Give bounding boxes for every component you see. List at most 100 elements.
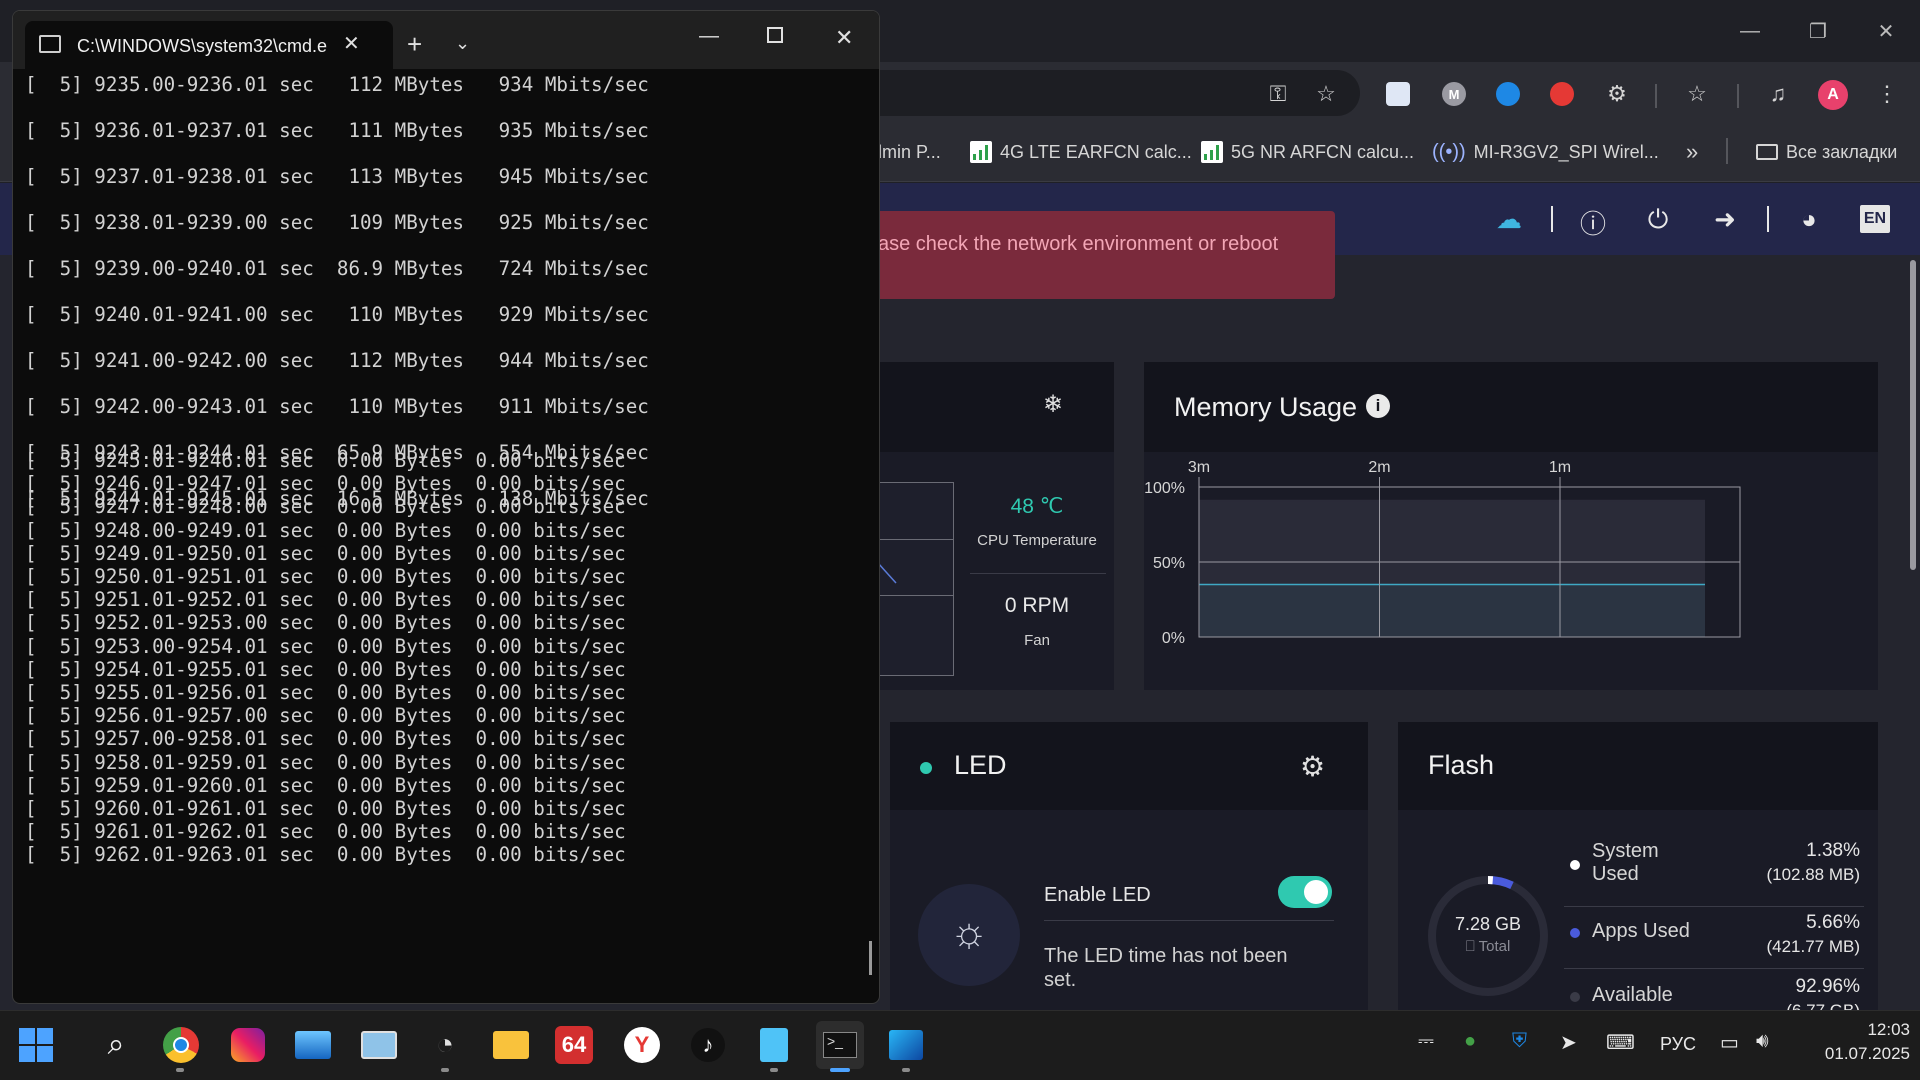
info-icon[interactable]: i — [1366, 394, 1390, 418]
page-scrollbar[interactable] — [1910, 260, 1916, 570]
flash-total-value: 7.28 GB — [1454, 914, 1522, 934]
power-icon[interactable]: ⏻ — [1643, 204, 1673, 236]
extension-screenshot-icon[interactable] — [1386, 82, 1410, 106]
led-card: LED ⚙ ☼ Enable LED The LED time has not … — [890, 722, 1368, 1010]
signal-bars-icon — [970, 141, 992, 163]
terminal-line: [ 5] 9256.01-9257.00 sec 0.00 Bytes 0.00… — [25, 704, 626, 728]
bookmarks-divider — [1726, 138, 1728, 164]
clock-date[interactable]: 01.07.2025 — [1800, 1044, 1910, 1064]
flash-row-label: Available — [1592, 984, 1673, 1006]
instagram-app-icon[interactable] — [226, 1023, 270, 1067]
star-icon[interactable]: ☆ — [1312, 80, 1340, 108]
memory-chart: 3m 2m 1m 100% 50% 0% — [1144, 459, 1741, 647]
flash-row-label: Apps Used — [1592, 920, 1690, 942]
volume-icon[interactable]: 🔊︎ — [1756, 1030, 1769, 1053]
browser-window-controls: — ❐ ✕ — [1716, 0, 1920, 62]
x-tick-label: 3m — [1188, 459, 1210, 476]
flash-row-available: Available 92.96% (6.77 GB) — [1570, 974, 1860, 1010]
keyboard-icon[interactable]: ⌨ — [1606, 1030, 1635, 1055]
defender-shield-icon[interactable]: ⛨ — [1512, 1030, 1527, 1053]
scanner-app-icon[interactable] — [357, 1023, 401, 1067]
close-icon[interactable]: ✕ — [1852, 0, 1920, 62]
maximize-icon[interactable] — [767, 27, 783, 43]
yandex-browser-icon[interactable]: Y — [620, 1023, 664, 1067]
extension-adblock-icon[interactable] — [1550, 82, 1574, 106]
bookmark-nr-arfcn[interactable]: 5G NR ARFCN calcu... — [1201, 138, 1414, 166]
status-divider — [970, 573, 1106, 574]
bookmark-label: Все закладки — [1786, 141, 1898, 162]
folder-icon — [1756, 144, 1778, 160]
start-button[interactable] — [14, 1023, 58, 1067]
minimize-icon[interactable]: — — [699, 25, 719, 48]
led-divider — [1044, 920, 1334, 921]
header-divider — [1767, 206, 1769, 232]
usb-icon[interactable]: ⎓ — [1418, 1030, 1434, 1053]
terminal-scrollbar[interactable] — [869, 941, 872, 975]
extension-m-icon[interactable]: M — [1442, 82, 1466, 106]
aida64-app-icon[interactable]: 64 — [555, 1026, 593, 1064]
y-tick-label: 50% — [1153, 555, 1185, 572]
terminal-line: [ 5] 9235.00-9236.01 sec 112 MBytes 934 … — [25, 73, 649, 96]
terminal-line: [ 5] 9247.01-9248.00 sec 0.00 Bytes 0.00… — [25, 495, 626, 519]
restore-icon[interactable]: ❐ — [1784, 0, 1852, 62]
x-tick-label: 2m — [1368, 459, 1390, 476]
running-indicator — [176, 1068, 184, 1072]
minimize-icon[interactable]: — — [1716, 0, 1784, 62]
new-tab-icon[interactable]: + — [407, 29, 422, 60]
logout-icon[interactable]: ➜ — [1710, 204, 1740, 235]
bookmark-manager-icon[interactable]: ☆ — [1683, 80, 1711, 108]
running-indicator — [902, 1068, 910, 1072]
chrome-app-icon[interactable] — [159, 1023, 203, 1067]
fan-settings-icon[interactable]: ❄ — [1043, 390, 1063, 419]
profile-avatar[interactable]: A — [1818, 80, 1848, 110]
flash-row-apps: Apps Used 5.66% (421.77 MB) — [1570, 912, 1860, 966]
enable-led-toggle[interactable] — [1278, 876, 1332, 908]
bookmark-mi-r3gv2[interactable]: ((•)) MI-R3GV2_SPI Wirel... — [1432, 138, 1659, 166]
photos-app-icon[interactable] — [291, 1023, 335, 1067]
cloud-icon[interactable]: ☁ — [1494, 204, 1524, 235]
palette-icon[interactable]: ◕ — [1794, 204, 1824, 235]
terminal-line: [ 5] 9258.01-9259.01 sec 0.00 Bytes 0.00… — [25, 750, 626, 774]
terminal-output[interactable]: [ 5] 9235.00-9236.01 sec 112 MBytes 934 … — [25, 69, 875, 969]
speedometer-app-icon[interactable]: ◔ — [423, 1023, 467, 1067]
network-icon[interactable]: ▭ — [1720, 1030, 1739, 1055]
location-icon[interactable]: ➤ — [1560, 1030, 1577, 1055]
menu-kebab-icon[interactable]: ⋮ — [1873, 80, 1901, 108]
clock-time[interactable]: 12:03 — [1800, 1020, 1910, 1040]
bookmark-label: dmin P... — [872, 141, 941, 162]
tray-app-green-icon[interactable]: ● — [1464, 1030, 1476, 1053]
extension-shazam-icon[interactable] — [1496, 82, 1520, 106]
active-indicator — [830, 1068, 850, 1072]
terminal-line: [ 5] 9259.01-9260.01 sec 0.00 Bytes 0.00… — [25, 773, 626, 797]
help-icon[interactable]: ⓘ — [1578, 204, 1608, 241]
language-switch[interactable]: EN — [1860, 205, 1890, 233]
input-language[interactable]: РУС — [1660, 1034, 1696, 1055]
flash-row-size: (102.88 MB) — [1766, 865, 1860, 884]
search-icon[interactable]: ⌕ — [94, 1023, 138, 1067]
legend-dot — [1570, 928, 1580, 938]
notepad-app-icon[interactable] — [752, 1023, 796, 1067]
terminal-line: [ 5] 9252.01-9253.00 sec 0.00 Bytes 0.00… — [25, 611, 626, 635]
all-bookmarks-folder[interactable]: Все закладки — [1756, 138, 1897, 166]
bookmark-admin[interactable]: dmin P... — [872, 138, 941, 166]
file-explorer-icon[interactable] — [489, 1023, 533, 1067]
puzzle-extensions-icon[interactable]: ⚙ — [1603, 80, 1631, 108]
close-icon[interactable]: ✕ — [835, 25, 853, 51]
chevron-down-icon[interactable]: ⌄ — [455, 33, 470, 54]
fan-label: Fan — [1024, 632, 1050, 649]
terminal-app-icon[interactable]: >_ — [816, 1021, 864, 1069]
gear-icon[interactable]: ⚙ — [1300, 750, 1325, 783]
bookmark-lte-earfcn[interactable]: 4G LTE EARFCN calc... — [970, 138, 1192, 166]
flash-divider — [1564, 906, 1864, 907]
remote-desktop-icon[interactable] — [884, 1023, 928, 1067]
tab-close-icon[interactable]: ✕ — [343, 31, 360, 56]
terminal-line: [ 5] 9254.01-9255.01 sec 0.00 Bytes 0.00… — [25, 657, 626, 681]
tiktok-app-icon[interactable]: ♪ — [686, 1023, 730, 1067]
alert-text: ase check the network environment or reb… — [878, 233, 1279, 255]
led-status-dot — [920, 762, 932, 774]
profile-initial: A — [1827, 86, 1839, 103]
bookmarks-overflow-button[interactable]: » — [1686, 138, 1698, 166]
media-control-icon[interactable]: ♫ — [1764, 80, 1792, 108]
status-card-header — [860, 362, 1114, 452]
key-icon[interactable]: ⚿ — [1264, 80, 1292, 108]
